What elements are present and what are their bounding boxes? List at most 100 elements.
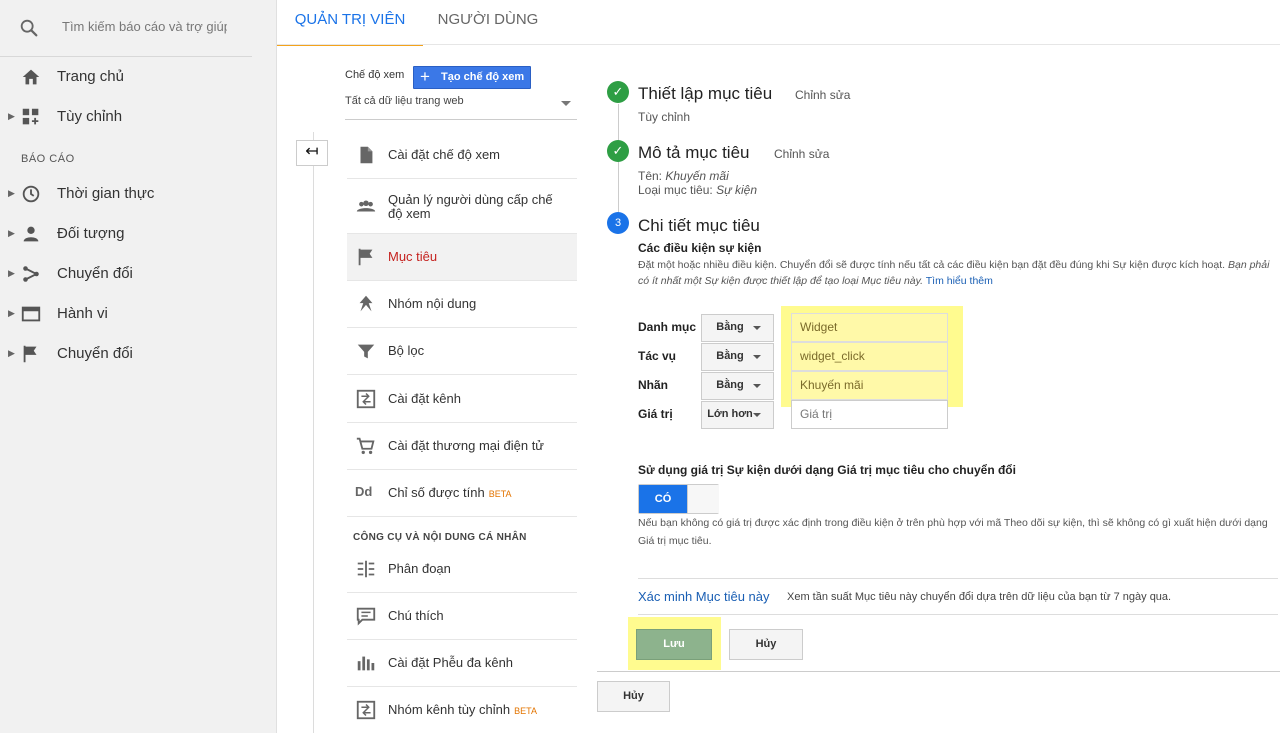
browser-window-icon — [21, 306, 41, 322]
reports-heading: BÁO CÁO — [21, 153, 75, 165]
condition-label-value: Giá trị — [638, 407, 673, 421]
menu-item-custom-channel-groups[interactable]: Nhóm kênh tùy chỉnh BETA — [347, 687, 577, 733]
step1-title: Thiết lập mục tiêu — [638, 84, 773, 103]
nav-item-conversions[interactable]: ▶ Chuyển đổi — [0, 334, 252, 374]
menu-item-ecommerce-settings[interactable]: Cài đặt thương mại điện tử — [347, 423, 577, 470]
tab-user[interactable]: NGƯỜI DÙNG — [423, 0, 553, 44]
menu-item-segments[interactable]: Phân đoạn — [347, 546, 577, 593]
menu-label: Chú thích — [388, 608, 444, 623]
plus-icon: + — [420, 67, 430, 86]
learn-more-link[interactable]: Tìm hiểu thêm — [926, 275, 993, 287]
step1-edit-link[interactable]: Chỉnh sửa — [795, 88, 850, 102]
divider — [638, 614, 1278, 615]
checkmark-icon: ✓ — [607, 81, 629, 103]
operator-select-category[interactable]: Bằng — [701, 314, 774, 342]
menu-item-mcf-settings[interactable]: Cài đặt Phễu đa kênh — [347, 640, 577, 687]
clock-icon — [22, 185, 40, 203]
condition-label-category: Danh mục — [638, 320, 697, 334]
home-icon — [22, 69, 40, 85]
tab-divider — [277, 44, 1280, 45]
menu-label: Cài đặt chế độ xem — [388, 147, 501, 162]
nav-item-behavior[interactable]: ▶ Hành vi — [0, 294, 252, 334]
action-value-input[interactable]: widget_click — [791, 342, 948, 371]
toggle-on-label: CÓ — [639, 485, 687, 513]
dropdown-arrow-icon — [753, 413, 761, 417]
menu-label: Phân đoạn — [388, 561, 451, 576]
dropdown-arrow-icon — [753, 326, 761, 330]
back-button[interactable]: ↤ — [296, 140, 328, 166]
menu-label: Nhóm kênh tùy chỉnh BETA — [388, 702, 537, 717]
expand-arrow-icon: ▶ — [8, 111, 15, 121]
nav-label: Tùy chỉnh — [57, 108, 123, 125]
condition-label-action: Tác vụ — [638, 349, 677, 363]
operator-select-action[interactable]: Bằng — [701, 343, 774, 371]
step3-number: 3 — [607, 212, 629, 234]
menu-label: Cài đặt kênh — [388, 391, 461, 406]
nav-label: Đối tượng — [57, 225, 125, 242]
conditions-description: Đặt một hoặc nhiều điều kiện. Chuyển đổi… — [638, 259, 1270, 287]
nav-item-audience[interactable]: ▶ Đối tượng — [0, 214, 252, 254]
search-bar[interactable]: Tìm kiếm báo cáo và trợ giúp — [0, 0, 252, 57]
step2-title: Mô tả mục tiêu — [638, 143, 750, 162]
person-icon — [23, 226, 39, 242]
dropdown-arrow-icon — [753, 384, 761, 388]
save-button[interactable]: Lưu — [636, 629, 712, 660]
nav-item-customize[interactable]: ▶ Tùy chỉnh — [0, 97, 252, 137]
menu-label: Quản lý người dùng cấp chế độ xem — [388, 192, 553, 221]
cancel-button[interactable]: Hủy — [729, 629, 803, 660]
value-input[interactable]: Giá trị — [791, 400, 948, 429]
view-selected-value: Tất cả dữ liệu trang web — [345, 95, 464, 107]
funnel-chart-icon — [357, 656, 375, 671]
annotation-icon — [356, 607, 376, 626]
menu-item-calculated-metrics[interactable]: Dd Chỉ số được tính BETA — [347, 470, 577, 517]
flag-icon — [358, 248, 373, 266]
flag-icon — [23, 345, 37, 363]
create-view-button[interactable]: + Tạo chế độ xem — [413, 66, 531, 89]
divider — [597, 671, 1280, 672]
use-value-note: Nếu bạn không có giá trị được xác định t… — [638, 517, 1268, 547]
menu-item-view-settings[interactable]: Cài đặt chế độ xem — [347, 132, 577, 179]
dd-icon: Dd — [355, 484, 373, 499]
menu-item-user-management[interactable]: Quản lý người dùng cấp chế độ xem — [347, 179, 577, 234]
verify-description: Xem tần suất Mục tiêu này chuyển đổi dựa… — [787, 591, 1172, 603]
nav-label: Thời gian thực — [57, 185, 155, 202]
use-value-toggle[interactable]: CÓ — [638, 484, 719, 514]
tools-heading: CÔNG CỤ VÀ NỘI DUNG CÁ NHÂN — [353, 532, 527, 543]
menu-item-channel-settings[interactable]: Cài đặt kênh — [347, 376, 577, 423]
channel-group-icon — [356, 700, 376, 720]
expand-arrow-icon: ▶ — [8, 348, 15, 358]
operator-select-value[interactable]: Lớn hơn — [701, 401, 774, 429]
tab-admin[interactable]: QUẢN TRỊ VIÊN — [277, 0, 423, 46]
view-selector[interactable]: Tất cả dữ liệu trang web — [345, 95, 577, 120]
menu-item-content-grouping[interactable]: Nhóm nội dung — [347, 281, 577, 328]
verify-goal-link[interactable]: Xác minh Mục tiêu này — [638, 589, 770, 604]
step3-title: Chi tiết mục tiêu — [638, 216, 760, 235]
menu-item-filters[interactable]: Bộ lọc — [347, 328, 577, 375]
left-navigation: Tìm kiếm báo cáo và trợ giúp Trang chủ ▶… — [0, 0, 277, 733]
dropdown-arrow-icon — [753, 355, 761, 359]
nav-item-home[interactable]: Trang chủ — [0, 57, 252, 97]
step2-edit-link[interactable]: Chỉnh sửa — [774, 147, 829, 161]
filter-icon — [357, 344, 375, 359]
menu-item-goals[interactable]: Mục tiêu — [347, 234, 577, 281]
cancel-goal-button[interactable]: Hủy — [597, 681, 670, 712]
menu-label: Bộ lọc — [388, 343, 425, 358]
expand-arrow-icon: ▶ — [8, 188, 15, 198]
label-value-input[interactable]: Khuyến mãi — [791, 371, 948, 400]
category-value-input[interactable]: Widget — [791, 313, 948, 342]
nav-item-acquisition[interactable]: ▶ Chuyển đổi — [0, 254, 252, 294]
content-grouping-icon — [359, 295, 373, 312]
cart-icon — [356, 437, 375, 455]
step1-summary: Tùy chỉnh — [638, 110, 691, 124]
operator-select-label[interactable]: Bằng — [701, 372, 774, 400]
menu-item-annotations[interactable]: Chú thích — [347, 593, 577, 640]
menu-label: Cài đặt Phễu đa kênh — [388, 655, 514, 670]
goal-type-line: Loại mục tiêu: Sự kiện — [638, 183, 758, 197]
nav-label: Trang chủ — [57, 68, 124, 85]
search-input[interactable]: Tìm kiếm báo cáo và trợ giúp — [62, 19, 227, 34]
nav-item-realtime[interactable]: ▶ Thời gian thực — [0, 174, 252, 214]
nav-label: Chuyển đổi — [57, 345, 133, 362]
nav-label: Hành vi — [57, 305, 108, 322]
goal-name-line: Tên: Khuyến mãi — [638, 169, 729, 183]
beta-badge: BETA — [488, 489, 512, 499]
